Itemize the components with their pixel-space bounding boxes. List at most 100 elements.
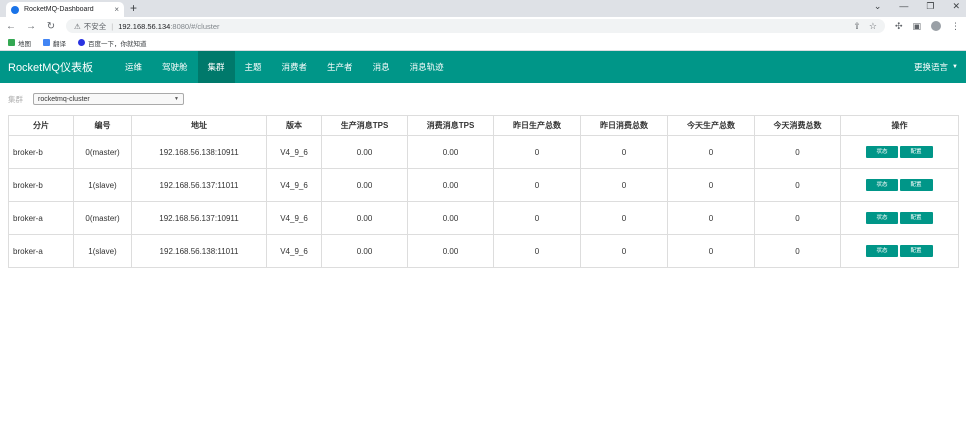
column-header: 今天生产总数	[667, 115, 755, 136]
table-cell: 0	[754, 135, 841, 169]
app-navbar: RocketMQ仪表板 运维 驾驶舱 集群 主题 消费者 生产者 消息 消息轨迹…	[0, 51, 966, 83]
bookmark-baidu[interactable]: 百度一下，你就知道	[78, 38, 147, 48]
table-row: broker-a 0(master) 192.168.56.137:10911 V4_…	[8, 201, 959, 235]
new-tab-button[interactable]: +	[130, 1, 137, 15]
config-button[interactable]: 配置	[899, 245, 933, 257]
nav-message[interactable]: 消息	[363, 51, 400, 83]
profile-avatar[interactable]	[931, 21, 941, 31]
warning-icon[interactable]: ⚠	[74, 22, 81, 31]
table-cell: broker-b	[8, 135, 74, 169]
table-cell: 192.168.56.137:11011	[131, 168, 267, 202]
table-cell: 0	[667, 135, 755, 169]
bookmark-label: 百度一下，你就知道	[88, 40, 147, 48]
table-cell: 0	[754, 168, 841, 202]
nav-consumer[interactable]: 消费者	[272, 51, 318, 83]
baidu-icon	[78, 39, 85, 46]
window-controls: ⌄ — ❐ ✕	[874, 1, 960, 12]
browser-tab[interactable]: RocketMQ-Dashboard ×	[6, 2, 124, 17]
status-button[interactable]: 状态	[866, 212, 898, 224]
forward-button[interactable]: →	[26, 21, 36, 32]
column-header: 昨日生产总数	[493, 115, 581, 136]
broker-table: 分片 编号 地址 版本 生产消息TPS 消费消息TPS 昨日生产总数 昨日消费总数 今天生产总数…	[8, 115, 959, 268]
minimize-button[interactable]: —	[899, 1, 908, 12]
restore-button[interactable]: ❐	[926, 1, 934, 12]
table-cell: 0.00	[321, 168, 408, 202]
address-bar[interactable]: ⚠ 不安全 | 192.168.56.134 :8080/#/cluster ⇪…	[66, 19, 885, 33]
maps-icon	[8, 39, 15, 46]
cluster-select-value: rocketmq-cluster	[38, 95, 90, 103]
nav-message-trace[interactable]: 消息轨迹	[400, 51, 454, 83]
language-dropdown[interactable]: 更换语言 ▼	[914, 61, 958, 73]
caret-down-icon: ▼	[952, 64, 958, 70]
column-header: 分片	[8, 115, 74, 136]
actions-cell: 状态 配置	[840, 135, 959, 169]
table-cell: 0	[580, 168, 668, 202]
nav-ops[interactable]: 运维	[115, 51, 152, 83]
table-cell: 0	[754, 201, 841, 235]
actions-cell: 状态 配置	[840, 234, 959, 268]
reload-button[interactable]: ↻	[46, 21, 56, 32]
bookmark-star-icon[interactable]: ☆	[869, 21, 877, 32]
table-cell: V4_9_6	[266, 135, 322, 169]
table-cell: 0	[580, 234, 668, 268]
table-cell: 0	[493, 168, 581, 202]
table-cell: 0	[667, 234, 755, 268]
table-cell: 0(master)	[73, 201, 132, 235]
tab-search-icon[interactable]: ⌄	[874, 1, 882, 12]
security-label: 不安全	[83, 21, 107, 31]
bookmark-label: 翻译	[53, 40, 66, 48]
table-cell: 192.168.56.138:11011	[131, 234, 267, 268]
column-header: 版本	[266, 115, 322, 136]
tab-close-icon[interactable]: ×	[114, 5, 119, 14]
table-cell: 0	[493, 135, 581, 169]
table-cell: 0	[493, 234, 581, 268]
omnibox-separator: |	[111, 21, 114, 31]
table-cell: 0.00	[407, 135, 494, 169]
table-cell: V4_9_6	[266, 201, 322, 235]
language-label: 更换语言	[914, 62, 949, 72]
favicon-icon	[11, 5, 19, 14]
side-panel-icon[interactable]: ▣	[912, 21, 921, 32]
table-cell: broker-b	[8, 168, 74, 202]
table-cell: 0	[667, 168, 755, 202]
nav-producer[interactable]: 生产者	[317, 51, 363, 83]
table-cell: 192.168.56.137:10911	[131, 201, 267, 235]
menu-icon[interactable]: ⋮	[951, 21, 960, 32]
status-button[interactable]: 状态	[866, 245, 898, 257]
nav-cluster[interactable]: 集群	[197, 51, 235, 83]
bookmark-maps[interactable]: 地图	[8, 38, 31, 48]
config-button[interactable]: 配置	[899, 179, 933, 191]
back-button[interactable]: ←	[6, 21, 16, 32]
table-cell: 0.00	[321, 234, 408, 268]
bookmark-label: 地图	[18, 40, 31, 48]
status-button[interactable]: 状态	[866, 146, 898, 158]
table-cell: 1(slave)	[73, 168, 132, 202]
table-cell: 0.00	[407, 168, 494, 202]
config-button[interactable]: 配置	[899, 146, 933, 158]
table-row: broker-b 1(slave) 192.168.56.137:11011 V4_9…	[8, 168, 959, 202]
chevron-down-icon: ▼	[174, 96, 179, 102]
table-body: broker-b 0(master) 192.168.56.138:10911 V4_…	[8, 135, 959, 268]
table-cell: broker-a	[8, 234, 74, 268]
status-button[interactable]: 状态	[866, 179, 898, 191]
table-cell: 0.00	[321, 201, 408, 235]
nav-dashboard[interactable]: 驾驶舱	[152, 51, 198, 83]
table-cell: 1(slave)	[73, 234, 132, 268]
cluster-select[interactable]: rocketmq-cluster ▼	[33, 93, 184, 105]
bookmark-translate[interactable]: 翻译	[43, 38, 66, 48]
config-button[interactable]: 配置	[899, 212, 933, 224]
close-window-button[interactable]: ✕	[952, 1, 960, 12]
share-icon[interactable]: ⇪	[853, 21, 861, 32]
browser-toolbar: ← → ↻ ⚠ 不安全 | 192.168.56.134 :8080/#/clu…	[0, 17, 966, 35]
table-header-row: 分片 编号 地址 版本 生产消息TPS 消费消息TPS 昨日生产总数 昨日消费总数 今天生产总数…	[8, 115, 959, 136]
app-brand[interactable]: RocketMQ仪表板	[8, 59, 93, 75]
extensions-icon[interactable]: ✣	[895, 21, 903, 32]
table-row: broker-b 0(master) 192.168.56.138:10911 V4_…	[8, 135, 959, 169]
column-header: 生产消息TPS	[321, 115, 408, 136]
browser-tabstrip: RocketMQ-Dashboard × + ⌄ — ❐ ✕	[0, 0, 966, 17]
nav-topic[interactable]: 主题	[235, 51, 272, 83]
column-header: 编号	[73, 115, 132, 136]
table-cell: 192.168.56.138:10911	[131, 135, 267, 169]
table-cell: V4_9_6	[266, 234, 322, 268]
tab-title: RocketMQ-Dashboard	[24, 6, 94, 13]
